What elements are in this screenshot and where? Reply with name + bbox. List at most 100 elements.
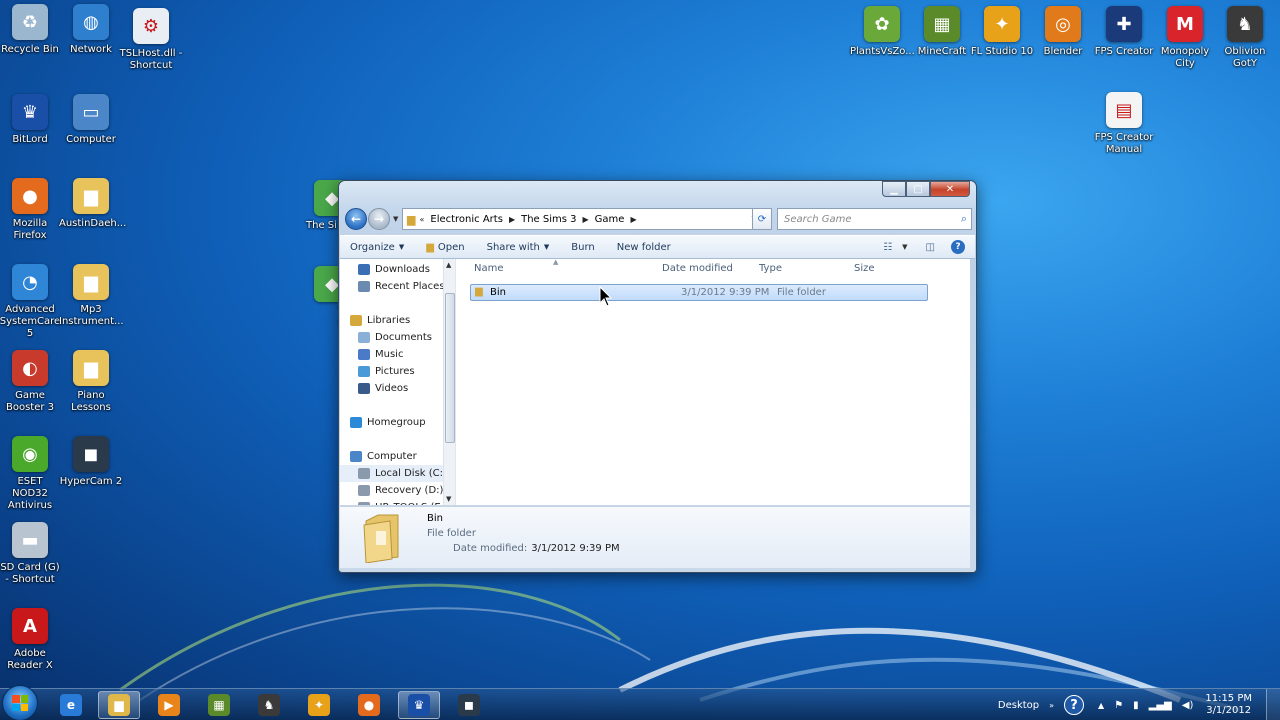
desktop-icon-blender[interactable]: ◎ Blender [1033,6,1093,58]
nav-item-homegroup[interactable]: Homegroup [340,414,455,431]
help-tray-icon[interactable]: ? [1064,695,1085,715]
desktop-icon-firefox[interactable]: ● Mozilla Firefox [0,178,60,242]
navigation-bar: ← → ▼ ▆ « Electronic Arts ▶ The Sims 3 ▶… [345,207,972,231]
clock[interactable]: 11:15 PM 3/1/2012 [1205,693,1252,717]
taskbar-app-oblivion[interactable]: ♞ [248,691,290,719]
navigation-scrollbar[interactable]: ▲ ▼ [443,259,455,505]
power-icon[interactable]: ▮ [1133,700,1139,711]
desktop-icon-pvz[interactable]: ✿ PlantsVsZo... [850,6,915,58]
action-center-icon[interactable]: ⚑ [1114,700,1123,711]
desktop-icon-bitlord[interactable]: ♛ BitLord [0,94,60,146]
preview-pane-icon[interactable]: ◫ [926,242,935,253]
desktop-icon-tslhost[interactable]: ⚙ TSLHost.dll - Shortcut [120,8,182,72]
taskbar-app-flstudio[interactable]: ✦ [298,691,340,719]
column-header-size[interactable]: Size [854,263,875,274]
desktop-icon-gamebooster[interactable]: ◐ Game Booster 3 [0,350,60,414]
file-row-bin[interactable]: ▆ Bin 3/1/2012 9:39 PM File folder [470,284,928,301]
desktop-icon-recycle[interactable]: ♻ Recycle Bin [0,4,60,56]
organize-button[interactable]: Organize ▼ [350,242,404,253]
desktop-icon-eset[interactable]: ◉ ESET NOD32 Antivirus [0,436,60,512]
column-header-date-modified[interactable]: Date modified [662,263,733,274]
nav-item-music[interactable]: Music [340,346,455,363]
volume-icon[interactable]: ◀) [1182,700,1194,711]
desktop-icon-austin[interactable]: ▆ AustinDaeh... [59,178,126,230]
breadcrumb-separator-icon[interactable]: ▶ [509,215,515,224]
recent-pages-dropdown-icon[interactable]: ▼ [393,215,398,223]
back-button[interactable]: ← [345,208,367,230]
burn-button[interactable]: Burn [571,242,594,253]
minimize-button[interactable]: ▁ [882,181,906,197]
desktop-icon-label: Game Booster 3 [5,390,55,413]
show-desktop-button[interactable] [1266,689,1280,720]
breadcrumb-separator-icon[interactable]: ▶ [630,215,636,224]
nav-item-libraries[interactable]: Libraries [340,312,455,329]
desktop-icon-monopoly[interactable]: M Monopoly City [1155,6,1215,70]
nav-item-hp-tools-e[interactable]: HP_TOOLS (E:) [340,499,455,505]
overflow-chevron-icon[interactable]: « [419,215,424,224]
taskbar-app-minecraft[interactable]: ▦ [198,691,240,719]
nav-item-documents[interactable]: Documents [340,329,455,346]
taskbar-app-ie[interactable]: e [50,691,92,719]
desktop-icon-adobe[interactable]: A Adobe Reader X [0,608,60,672]
breadcrumb-the-sims-3[interactable]: The Sims 3 [521,214,576,225]
desktop-icon-oblivion[interactable]: ♞ Oblivion GotY [1215,6,1275,70]
breadcrumb-separator-icon[interactable]: ▶ [583,215,589,224]
scroll-up-icon[interactable]: ▲ [446,261,451,269]
search-input[interactable]: Search Game ⌕ [777,208,972,230]
nav-item-downloads[interactable]: Downloads [340,261,455,278]
breadcrumb-game[interactable]: Game [595,214,625,225]
forward-button[interactable]: → [368,208,390,230]
chevron-down-icon: ▼ [543,243,550,251]
chevron-down-icon[interactable]: ▼ [902,243,907,251]
column-header-name[interactable]: Name [474,263,504,274]
scroll-down-icon[interactable]: ▼ [446,495,451,503]
column-header-type[interactable]: Type [759,263,782,274]
desktop-icon-minecraft[interactable]: ▦ MineCraft [912,6,972,58]
desktop-icon-piano[interactable]: ▆ Piano Lessons [61,350,121,414]
network-signal-icon[interactable]: ▂▄▆ [1149,700,1172,711]
new-folder-button[interactable]: New folder [617,242,671,253]
search-icon[interactable]: ⌕ [961,212,967,226]
view-options-icon[interactable]: ☷ [883,242,892,253]
file-list[interactable]: ▲ Name Date modified Type Size ▆ Bin 3/1… [456,258,970,505]
desktop-icon-mp3[interactable]: ▆ Mp3 Instrument... [59,264,124,328]
taskbar-app-hypercam[interactable]: ◼ [448,691,490,719]
desktop-icon-fpscreator[interactable]: ✚ FPS Creator [1094,6,1154,58]
computer-icon [350,451,362,462]
desktop-icon-network[interactable]: ◍ Network [61,4,121,56]
help-icon[interactable]: ? [951,240,965,254]
desktop-icon-asc[interactable]: ◔ Advanced SystemCare 5 [0,264,60,340]
flstudio-icon: ✦ [984,6,1020,42]
show-hidden-icons-icon[interactable]: ▲ [1098,701,1104,710]
maximize-button[interactable]: □ [906,181,930,197]
nav-item-local-disk-c[interactable]: Local Disk (C:) [340,465,455,482]
close-button[interactable]: ✕ [930,181,970,197]
taskbar-app-bitlord[interactable]: ♛ [398,691,440,719]
desktop-icon-label: Mozilla Firefox [12,218,48,241]
desktop-icon-sdcard[interactable]: ▬ SD Card (G) - Shortcut [0,522,60,586]
start-button[interactable] [2,685,38,720]
taskbar-app-firefox[interactable]: ● [348,691,390,719]
nav-item-pictures[interactable]: Pictures [340,363,455,380]
nav-item-computer[interactable]: Computer [340,448,455,465]
eset-icon: ◉ [12,436,48,472]
breadcrumb-electronic-arts[interactable]: Electronic Arts [430,214,503,225]
open-button[interactable]: ▆ Open [426,242,464,253]
explorer-window[interactable]: ▁ □ ✕ ← → ▼ ▆ « Electronic Arts ▶ The Si… [338,180,977,573]
desktop-icon-hypercam[interactable]: ◼ HyperCam 2 [60,436,122,488]
taskbar-app-explorer[interactable]: ▆ [98,691,140,719]
nav-item-videos[interactable]: Videos [340,380,455,397]
nav-item-recovery-d[interactable]: Recovery (D:) [340,482,455,499]
share-with-button[interactable]: Share with ▼ [487,242,550,253]
scrollbar-thumb[interactable] [445,293,455,443]
mp3-icon: ▆ [73,264,109,300]
nav-item-recent-places[interactable]: Recent Places [340,278,455,295]
toolbar-chevron-icon[interactable]: » [1049,701,1054,710]
desktop-icon-flstudio[interactable]: ✦ FL Studio 10 [971,6,1033,58]
address-bar[interactable]: ▆ « Electronic Arts ▶ The Sims 3 ▶ Game … [402,208,762,230]
refresh-button[interactable]: ⟳ [752,208,772,230]
desktop-toolbar-label[interactable]: Desktop [998,700,1039,711]
desktop-icon-fpsmanual[interactable]: ▤ FPS Creator Manual [1094,92,1154,156]
taskbar-app-media[interactable]: ▶ [148,691,190,719]
desktop-icon-computer[interactable]: ▭ Computer [61,94,121,146]
